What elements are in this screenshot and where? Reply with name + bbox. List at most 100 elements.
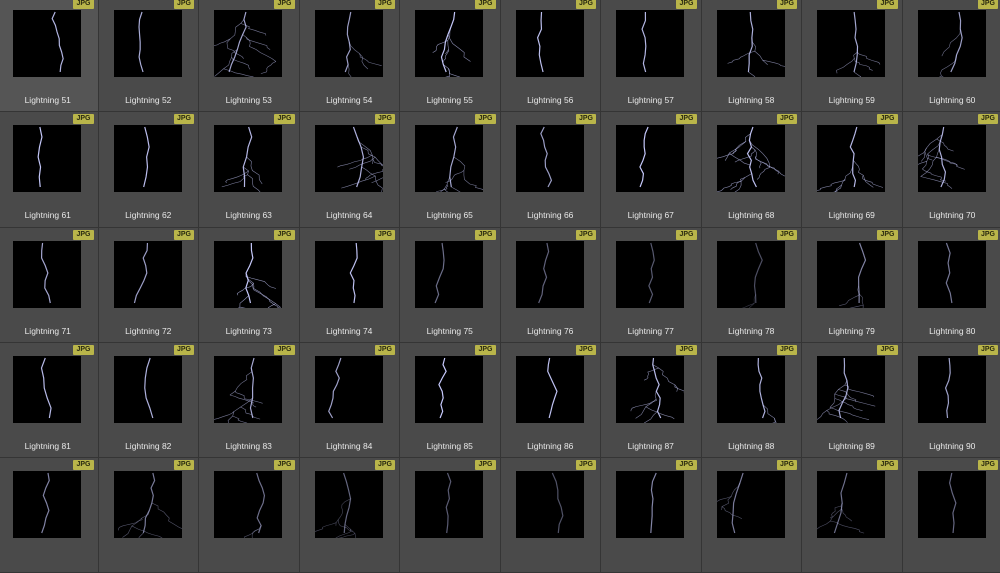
- file-type-badge: JPG: [576, 460, 596, 470]
- lightning-thumbnail-image: [114, 356, 182, 423]
- thumbnail-item[interactable]: JPG: [400, 458, 501, 573]
- thumbnail-item[interactable]: JPGLightning 52: [99, 0, 200, 112]
- thumbnail-item[interactable]: JPGLightning 79: [802, 228, 903, 343]
- thumbnail-label: Lightning 52: [99, 95, 199, 105]
- thumbnail-item[interactable]: JPG: [300, 458, 401, 573]
- lightning-thumbnail-image: [717, 356, 785, 423]
- lightning-thumbnail-image: [13, 241, 81, 308]
- lightning-thumbnail-image: [717, 241, 785, 308]
- thumbnail-label: Lightning 76: [501, 326, 601, 336]
- thumbnail-item[interactable]: JPGLightning 66: [501, 112, 602, 227]
- thumbnail-item[interactable]: JPG Lightning 74: [300, 228, 401, 343]
- file-type-badge: JPG: [777, 0, 797, 9]
- thumbnail-item[interactable]: JPGLightning 80: [903, 228, 1000, 343]
- file-type-badge: JPG: [777, 230, 797, 240]
- thumbnail-item[interactable]: JPGLightning 56: [501, 0, 602, 112]
- lightning-thumbnail-image: [516, 10, 584, 77]
- thumbnail-item[interactable]: JPGLightning 71: [0, 228, 99, 343]
- thumbnail-item[interactable]: JPGLightning 73: [199, 228, 300, 343]
- thumbnail-grid: JPGLightning 51JPGLightning 52JPGLightni…: [0, 0, 998, 559]
- thumbnail-item[interactable]: JPGLightning 65: [400, 112, 501, 227]
- lightning-thumbnail-image: [13, 125, 81, 192]
- thumbnail-item[interactable]: JPG: [0, 458, 99, 573]
- lightning-thumbnail-image: [616, 356, 684, 423]
- thumbnail-item[interactable]: JPGLightning 90: [903, 343, 1000, 458]
- thumbnail-item[interactable]: JPGLightning 81: [0, 343, 99, 458]
- file-type-badge: JPG: [274, 114, 294, 124]
- file-type-badge: JPG: [676, 114, 696, 124]
- thumbnail-item[interactable]: JPG: [601, 458, 702, 573]
- file-type-badge: JPG: [676, 230, 696, 240]
- thumbnail-label: Lightning 86: [501, 441, 601, 451]
- thumbnail-item[interactable]: JPGLightning 54: [300, 0, 401, 112]
- lightning-thumbnail-image: [214, 241, 282, 308]
- thumbnail-item[interactable]: JPGLightning 63: [199, 112, 300, 227]
- thumbnail-item[interactable]: JPGLightning 78: [702, 228, 803, 343]
- thumbnail-item[interactable]: JPGLightning 84: [300, 343, 401, 458]
- thumbnail-label: Lightning 62: [99, 210, 199, 220]
- thumbnail-item[interactable]: JPG: [903, 458, 1000, 573]
- file-type-badge: JPG: [877, 345, 897, 355]
- thumbnail-item[interactable]: JPGLightning 87: [601, 343, 702, 458]
- thumbnail-label: Lightning 69: [802, 210, 902, 220]
- thumbnail-item[interactable]: JPGLightning 62: [99, 112, 200, 227]
- lightning-thumbnail-image: [616, 125, 684, 192]
- lightning-thumbnail-image: [918, 10, 986, 77]
- thumbnail-label: Lightning 80: [903, 326, 1000, 336]
- thumbnail-label: Lightning 84: [300, 441, 400, 451]
- lightning-thumbnail-image: [214, 10, 282, 77]
- thumbnail-item[interactable]: JPGLightning 86: [501, 343, 602, 458]
- thumbnail-item[interactable]: JPGLightning 69: [802, 112, 903, 227]
- lightning-thumbnail-image: [616, 241, 684, 308]
- file-type-badge: JPG: [73, 114, 93, 124]
- thumbnail-item[interactable]: JPGLightning 83: [199, 343, 300, 458]
- thumbnail-label: Lightning 88: [702, 441, 802, 451]
- thumbnail-item[interactable]: JPG: [99, 458, 200, 573]
- thumbnail-item[interactable]: JPGLightning 89: [802, 343, 903, 458]
- thumbnail-item[interactable]: JPGLightning 68: [702, 112, 803, 227]
- thumbnail-item[interactable]: JPGLightning 77: [601, 228, 702, 343]
- file-type-badge: JPG: [274, 345, 294, 355]
- lightning-thumbnail-image: [415, 10, 483, 77]
- thumbnail-item[interactable]: JPG: [702, 458, 803, 573]
- lightning-thumbnail-image: [918, 241, 986, 308]
- thumbnail-item[interactable]: JPGLightning 85: [400, 343, 501, 458]
- file-type-badge: JPG: [375, 114, 395, 124]
- lightning-thumbnail-image: [516, 241, 584, 308]
- thumbnail-item[interactable]: JPG Lightning 67: [601, 112, 702, 227]
- thumbnail-item[interactable]: JPGLightning 55: [400, 0, 501, 112]
- thumbnail-item[interactable]: JPG: [199, 458, 300, 573]
- thumbnail-item[interactable]: JPG: [501, 458, 602, 573]
- file-type-badge: JPG: [877, 0, 897, 9]
- thumbnail-item[interactable]: JPGLightning 88: [702, 343, 803, 458]
- thumbnail-item[interactable]: JPGLightning 64: [300, 112, 401, 227]
- file-type-badge: JPG: [375, 230, 395, 240]
- thumbnail-item[interactable]: JPGLightning 60: [903, 0, 1000, 112]
- thumbnail-label: Lightning 75: [400, 326, 500, 336]
- thumbnail-item[interactable]: JPGLightning 59: [802, 0, 903, 112]
- file-type-badge: JPG: [676, 0, 696, 9]
- file-type-badge: JPG: [73, 0, 93, 9]
- thumbnail-item[interactable]: JPGLightning 75: [400, 228, 501, 343]
- file-type-badge: JPG: [978, 460, 998, 470]
- thumbnail-item[interactable]: JPGLightning 53: [199, 0, 300, 112]
- thumbnail-item[interactable]: JPGLightning 76: [501, 228, 602, 343]
- lightning-thumbnail-image: [114, 471, 182, 538]
- thumbnail-label: Lightning 67: [601, 210, 701, 220]
- file-type-badge: JPG: [174, 230, 194, 240]
- lightning-thumbnail-image: [415, 241, 483, 308]
- lightning-thumbnail-image: [315, 125, 383, 192]
- thumbnail-item[interactable]: JPG: [802, 458, 903, 573]
- thumbnail-item[interactable]: JPGLightning 57: [601, 0, 702, 112]
- thumbnail-item[interactable]: JPGLightning 72: [99, 228, 200, 343]
- lightning-thumbnail-image: [13, 471, 81, 538]
- thumbnail-item[interactable]: JPGLightning 58: [702, 0, 803, 112]
- thumbnail-label: Lightning 74: [300, 326, 400, 336]
- thumbnail-item[interactable]: JPGLightning 61: [0, 112, 99, 227]
- lightning-thumbnail-image: [214, 125, 282, 192]
- file-type-badge: JPG: [274, 0, 294, 9]
- file-type-badge: JPG: [877, 230, 897, 240]
- thumbnail-item[interactable]: JPGLightning 70: [903, 112, 1000, 227]
- thumbnail-item[interactable]: JPGLightning 51: [0, 0, 99, 112]
- thumbnail-item[interactable]: JPGLightning 82: [99, 343, 200, 458]
